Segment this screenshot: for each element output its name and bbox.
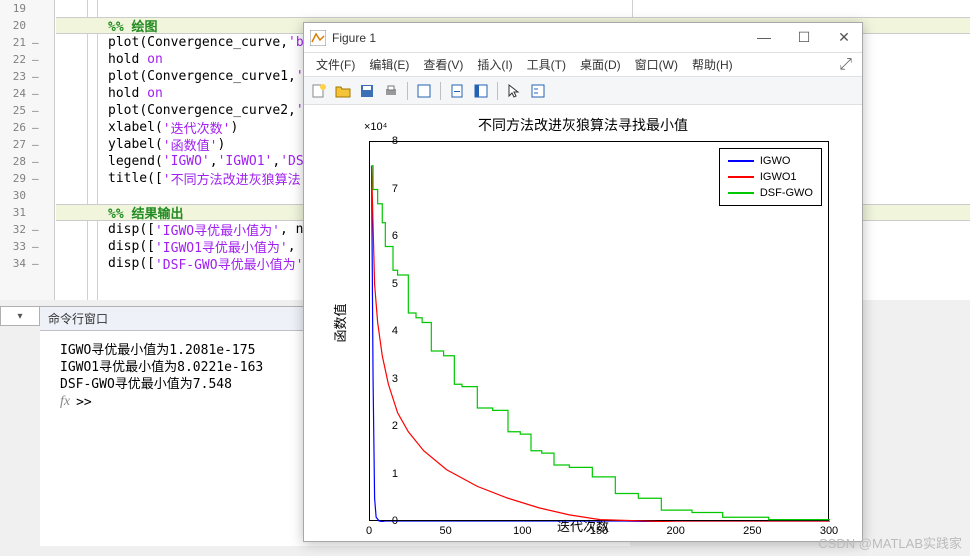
y-axis-label: 函数值 [330, 303, 349, 342]
menu-help[interactable]: 帮助(H) [686, 54, 739, 75]
watermark: CSDN @MATLAB实践家 [818, 533, 962, 552]
menu-view[interactable]: 查看(V) [417, 54, 469, 75]
gutter: 192021—22—23—24—25—26—27—28—29—303132—33… [0, 0, 55, 300]
chart-title: 不同方法改进灰狼算法寻找最小值 [304, 115, 862, 135]
plot-area[interactable]: 不同方法改进灰狼算法寻找最小值 ×10⁴ 函数值 迭代次数 IGWO IGWO1… [304, 105, 862, 541]
chevron-down-icon: ▾ [17, 311, 22, 322]
menu-desktop[interactable]: 桌面(D) [574, 54, 627, 75]
panel-dropdown[interactable]: ▾ [0, 306, 40, 326]
save-icon[interactable] [356, 80, 378, 102]
link-icon[interactable] [446, 80, 468, 102]
pointer-icon[interactable] [503, 80, 525, 102]
figure-titlebar[interactable]: Figure 1 — ☐ ✕ [304, 23, 862, 53]
legend-label: IGWO [760, 155, 791, 167]
menu-window[interactable]: 窗口(W) [629, 54, 684, 75]
figure-title: Figure 1 [332, 31, 752, 45]
figure-toolbar[interactable] [304, 77, 862, 105]
insert-colorbar-icon[interactable] [470, 80, 492, 102]
figure-window[interactable]: Figure 1 — ☐ ✕ 文件(F) 编辑(E) 查看(V) 插入(I) 工… [303, 22, 863, 542]
y-multiplier: ×10⁴ [364, 121, 387, 133]
menu-tools[interactable]: 工具(T) [521, 54, 572, 75]
fx-icon[interactable]: fx [60, 394, 70, 410]
insert-legend-icon[interactable] [527, 80, 549, 102]
legend[interactable]: IGWO IGWO1 DSF-GWO [719, 148, 822, 206]
menu-edit[interactable]: 编辑(E) [363, 54, 415, 75]
minimize-button[interactable]: — [752, 29, 776, 46]
menu-overflow-icon[interactable]: ⤢ [839, 56, 852, 74]
new-figure-icon[interactable] [308, 80, 330, 102]
close-button[interactable]: ✕ [832, 29, 856, 46]
open-icon[interactable] [332, 80, 354, 102]
edit-plot-icon[interactable] [413, 80, 435, 102]
legend-label: DSF-GWO [760, 187, 813, 199]
menu-insert[interactable]: 插入(I) [471, 54, 518, 75]
matlab-figure-icon [310, 30, 326, 46]
print-icon[interactable] [380, 80, 402, 102]
axes[interactable]: IGWO IGWO1 DSF-GWO [369, 141, 829, 521]
figure-menubar[interactable]: 文件(F) 编辑(E) 查看(V) 插入(I) 工具(T) 桌面(D) 窗口(W… [304, 53, 862, 77]
command-prompt[interactable]: >> [76, 395, 92, 410]
maximize-button[interactable]: ☐ [792, 29, 816, 46]
menu-file[interactable]: 文件(F) [310, 54, 361, 75]
legend-label: IGWO1 [760, 171, 797, 183]
